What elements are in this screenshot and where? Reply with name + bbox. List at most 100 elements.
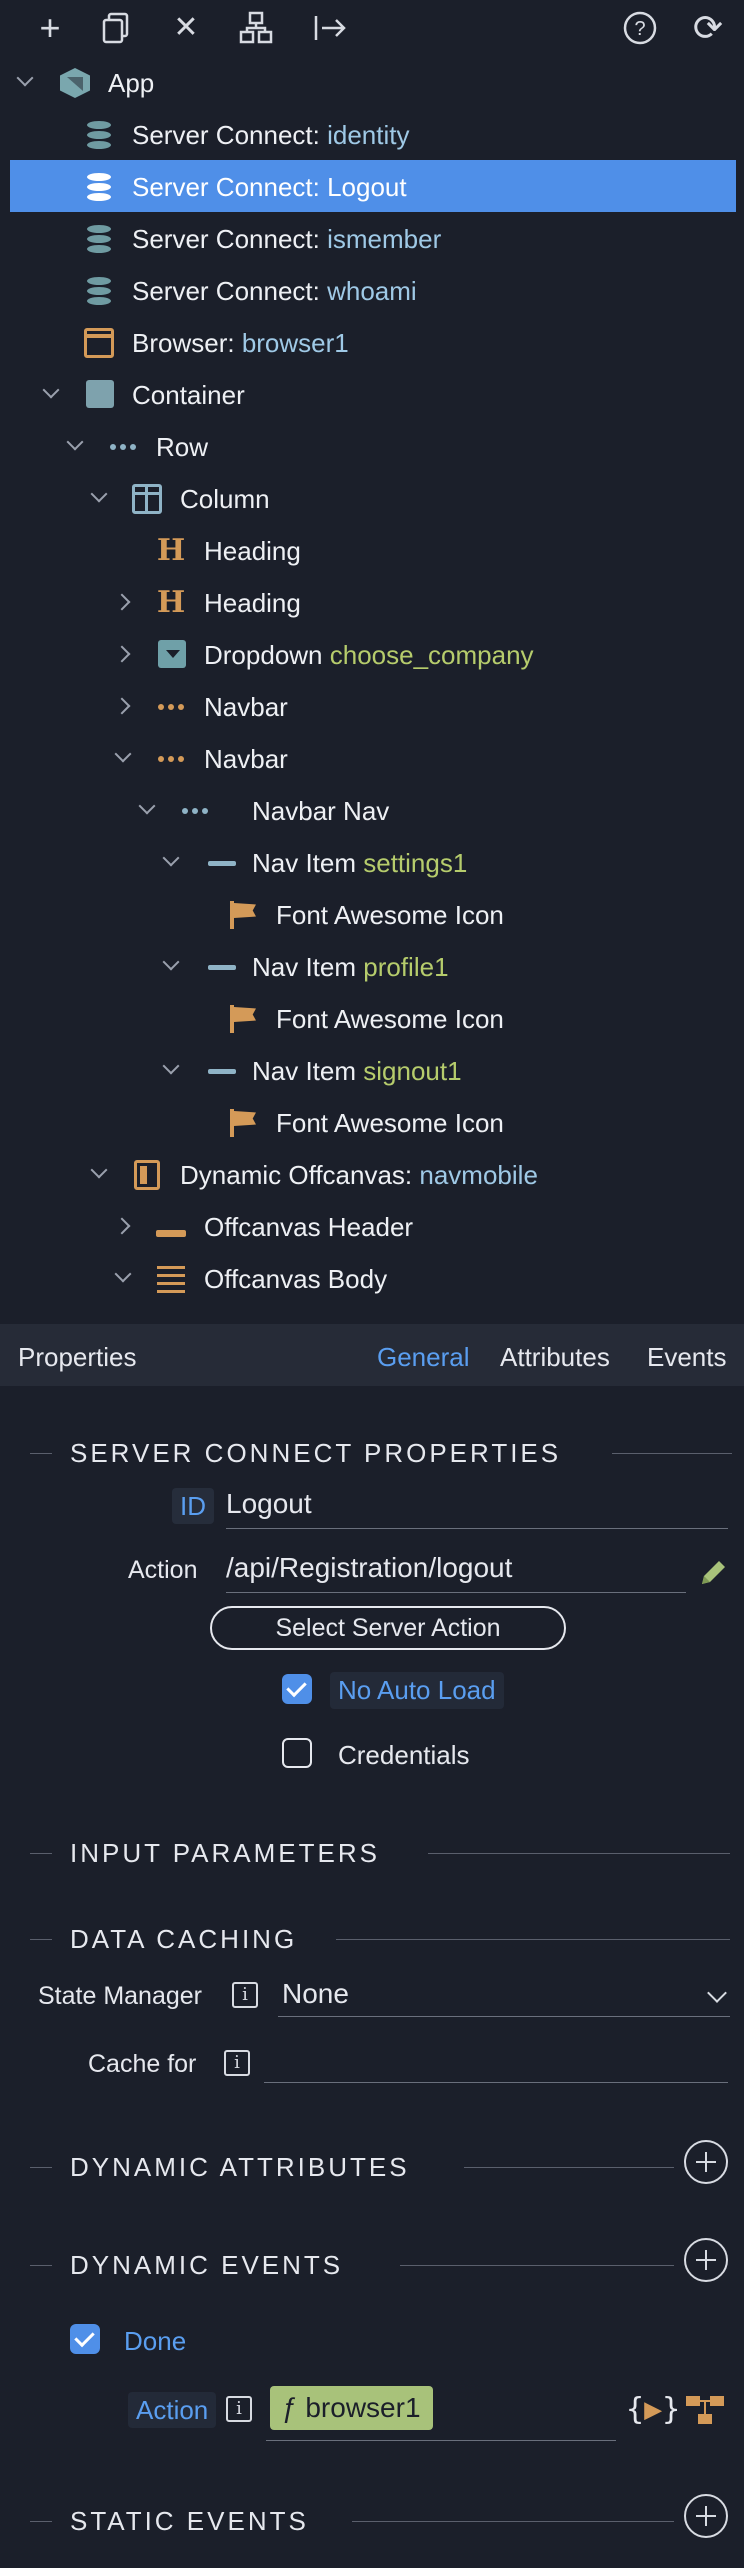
tree-item-browser[interactable]: Browser: browser1	[10, 316, 736, 368]
add-static-event-button[interactable]	[684, 2494, 728, 2538]
tree-item-label: Server Connect: ismember	[132, 224, 442, 254]
event-action-value[interactable]: ƒ browser1	[270, 2386, 433, 2430]
tree-item-dynamic-offcanvas[interactable]: Dynamic Offcanvas: navmobile	[10, 1148, 736, 1200]
chevron-down-icon[interactable]	[14, 70, 36, 92]
section-input-parameters[interactable]: INPUT PARAMETERS	[0, 1834, 744, 1874]
chevron-down-icon[interactable]	[112, 1266, 134, 1288]
tree-item-server-connect-logout[interactable]: Server Connect: Logout	[10, 160, 736, 212]
column-icon	[132, 484, 162, 514]
tree-item-nav-item-settings1[interactable]: Nav Item settings1	[10, 836, 736, 888]
chevron-right-icon[interactable]	[114, 1214, 136, 1236]
add-dynamic-attribute-button[interactable]	[684, 2140, 728, 2184]
done-event-checkbox[interactable]	[70, 2324, 100, 2354]
chevron-right-icon[interactable]	[114, 694, 136, 716]
chevron-down-icon[interactable]	[88, 1162, 110, 1184]
tree-item-server-connect-whoami[interactable]: Server Connect: whoami	[10, 264, 736, 316]
flow-icon[interactable]	[686, 2394, 726, 2428]
section-data-caching[interactable]: DATA CACHING	[0, 1920, 744, 1960]
no-auto-load-checkbox[interactable]	[282, 1674, 312, 1704]
tab-attributes[interactable]: Attributes	[500, 1342, 610, 1373]
pencil-icon[interactable]	[698, 1556, 730, 1588]
add-icon[interactable]: +	[32, 10, 68, 46]
properties-header: Properties General Attributes Events	[0, 1324, 744, 1386]
tree-item-label: Heading	[204, 536, 301, 566]
properties-title: Properties	[18, 1342, 137, 1372]
credentials-checkbox[interactable]	[282, 1738, 312, 1768]
tree-item-heading[interactable]: H Heading	[10, 524, 736, 576]
tree-item-column[interactable]: Column	[10, 472, 736, 524]
heading-icon: H	[156, 533, 186, 568]
tree-item-nav-item-profile1[interactable]: Nav Item profile1	[10, 940, 736, 992]
info-icon[interactable]: i	[226, 2396, 252, 2422]
tree-item-label: Nav Item profile1	[252, 952, 449, 982]
action-label: Action	[128, 1556, 198, 1584]
tree-item-label: Offcanvas Header	[204, 1212, 414, 1242]
select-server-action-button[interactable]: Select Server Action	[210, 1606, 566, 1650]
action-input[interactable]: /api/Registration/logout	[226, 1552, 512, 1584]
tree-item-navbar-nav[interactable]: Navbar Nav	[10, 784, 736, 836]
tree-item-server-connect-identity[interactable]: Server Connect: identity	[10, 108, 736, 160]
chevron-down-icon[interactable]	[112, 746, 134, 768]
event-action-label: Action	[128, 2392, 217, 2428]
tree-item-app[interactable]: App	[10, 56, 736, 108]
tree-item-font-awesome-icon[interactable]: Font Awesome Icon	[10, 888, 736, 940]
database-icon	[84, 276, 114, 306]
data-bindings-icon[interactable]: {▶}	[626, 2392, 680, 2427]
no-auto-load-label: No Auto Load	[330, 1672, 504, 1709]
tree-item-nav-item-signout1[interactable]: Nav Item signout1	[10, 1044, 736, 1096]
chevron-down-icon[interactable]	[88, 486, 110, 508]
database-icon	[84, 120, 114, 150]
flag-icon	[228, 1004, 258, 1034]
app-cube-icon	[60, 68, 90, 98]
state-manager-select[interactable]: None	[282, 1978, 349, 2010]
move-into-icon[interactable]	[312, 10, 348, 46]
component-tree: App Server Connect: identity Server Conn…	[0, 56, 744, 1324]
done-event-label: Done	[124, 2326, 187, 2356]
tree-item-label: Server Connect: identity	[132, 120, 410, 150]
section-server-connect-properties[interactable]: SERVER CONNECT PROPERTIES	[0, 1434, 744, 1474]
copy-icon[interactable]	[98, 10, 134, 46]
tree-item-offcanvas-header[interactable]: Offcanvas Header	[10, 1200, 736, 1252]
hierarchy-icon[interactable]	[238, 10, 274, 46]
tree-item-container[interactable]: Container	[10, 368, 736, 420]
section-title: STATIC EVENTS	[70, 2506, 309, 2536]
chevron-down-icon[interactable]	[707, 1983, 727, 2003]
tree-item-label: Navbar Nav	[252, 796, 390, 826]
id-input[interactable]: Logout	[226, 1488, 312, 1520]
info-icon[interactable]: i	[232, 1982, 258, 2008]
tree-item-label: Dynamic Offcanvas: navmobile	[180, 1160, 538, 1190]
chevron-right-icon[interactable]	[114, 642, 136, 664]
tree-item-navbar[interactable]: Navbar	[10, 680, 736, 732]
chevron-down-icon[interactable]	[160, 954, 182, 976]
tree-item-heading[interactable]: H Heading	[10, 576, 736, 628]
info-icon[interactable]: i	[224, 2050, 250, 2076]
flag-icon	[228, 1108, 258, 1138]
tree-item-font-awesome-icon[interactable]: Font Awesome Icon	[10, 992, 736, 1044]
tree-item-server-connect-ismember[interactable]: Server Connect: ismember	[10, 212, 736, 264]
refresh-icon[interactable]: ⟳	[690, 10, 726, 46]
tree-item-label: Dropdown choose_company	[204, 640, 534, 670]
section-static-events[interactable]: STATIC EVENTS	[0, 2502, 744, 2542]
chevron-down-icon[interactable]	[136, 798, 158, 820]
add-dynamic-event-button[interactable]	[684, 2238, 728, 2282]
tab-general[interactable]: General	[377, 1342, 470, 1373]
tree-item-navbar[interactable]: Navbar	[10, 732, 736, 784]
tree-item-label: Font Awesome Icon	[276, 1108, 504, 1138]
tree-item-offcanvas-body[interactable]: Offcanvas Body	[10, 1252, 736, 1304]
section-dynamic-events[interactable]: DYNAMIC EVENTS	[0, 2246, 744, 2286]
delete-icon[interactable]: ✕	[168, 10, 204, 46]
chevron-right-icon[interactable]	[114, 590, 136, 612]
tree-item-dropdown[interactable]: Dropdown choose_company	[10, 628, 736, 680]
chevron-down-icon[interactable]	[160, 850, 182, 872]
chevron-down-icon[interactable]	[40, 382, 62, 404]
section-title: DYNAMIC ATTRIBUTES	[70, 2152, 410, 2182]
tree-item-label: Offcanvas Body	[204, 1264, 388, 1294]
help-icon[interactable]: ?	[622, 10, 658, 46]
tree-item-row[interactable]: Row	[10, 420, 736, 472]
section-dynamic-attributes[interactable]: DYNAMIC ATTRIBUTES	[0, 2148, 744, 2188]
chevron-down-icon[interactable]	[64, 434, 86, 456]
chevron-down-icon[interactable]	[160, 1058, 182, 1080]
tab-events[interactable]: Events	[647, 1342, 727, 1373]
tree-item-font-awesome-icon[interactable]: Font Awesome Icon	[10, 1096, 736, 1148]
nav-item-icon	[206, 1056, 236, 1086]
